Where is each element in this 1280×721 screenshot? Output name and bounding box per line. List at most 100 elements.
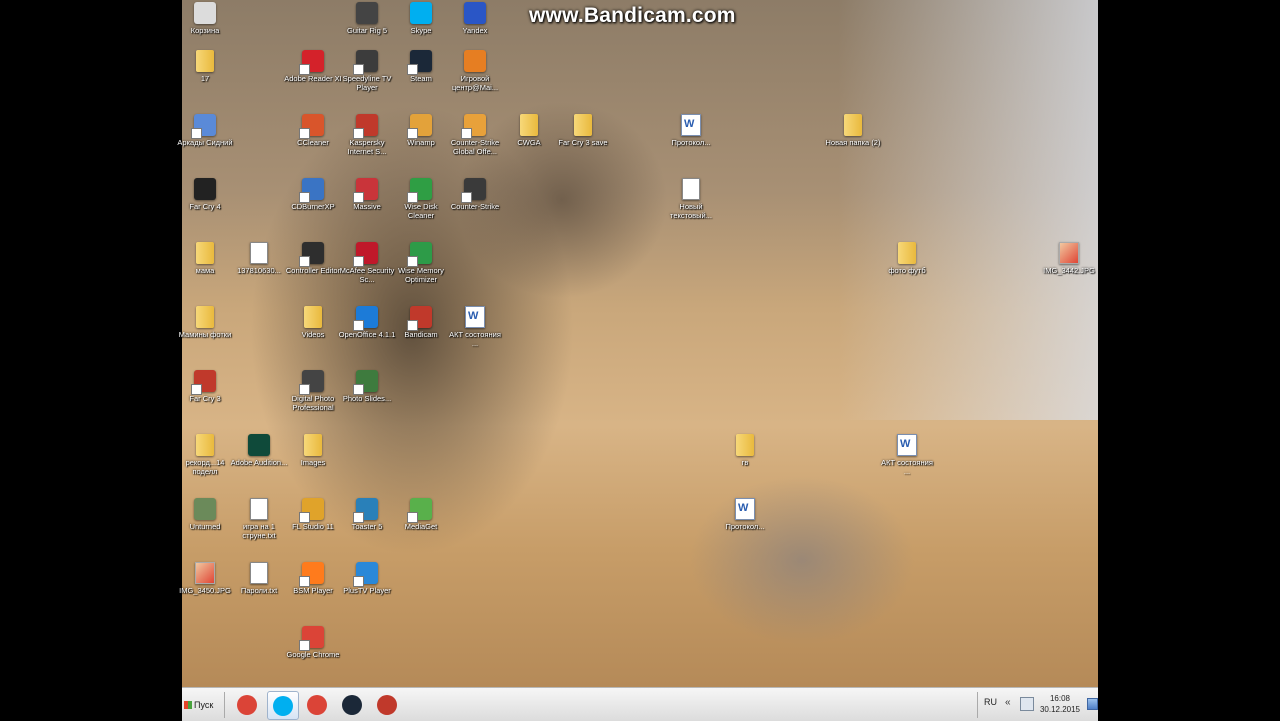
app-icon [194, 2, 216, 24]
bandicam-watermark: www.Bandicam.com [529, 4, 736, 27]
desktop-icon-label: Counter-Strike Global Offe... [450, 138, 500, 156]
desktop-icon[interactable]: Photo Slides... [338, 370, 396, 403]
desktop-icon[interactable]: Корзина [176, 2, 234, 35]
clock[interactable]: 16:08 30.12.2015 [1037, 693, 1083, 715]
desktop-icon[interactable]: Far Cry 4 [176, 178, 234, 211]
desktop-icon[interactable]: мама [176, 242, 234, 275]
desktop-icon[interactable]: Google Chrome [284, 626, 342, 659]
desktop-icon[interactable]: фото футб [878, 242, 936, 275]
desktop-icon[interactable]: IMG_3450.JPG [176, 562, 234, 595]
desktop-icon-label: 17 [200, 74, 210, 83]
desktop-icon[interactable]: Adobe Audition... [230, 434, 288, 467]
show-desktop-button[interactable] [1087, 698, 1098, 710]
start-button[interactable]: Пуск [184, 695, 220, 714]
desktop-icon[interactable]: Unturned [176, 498, 234, 531]
desktop-icon-label: Adobe Audition... [230, 458, 288, 467]
desktop-icon-label: FL Studio 11 [292, 522, 334, 531]
app-icon [356, 2, 378, 24]
app-icon [248, 434, 270, 456]
desktop-icon-label: Far Cry 4 [189, 202, 221, 211]
desktop-icon[interactable]: CDBurnerXP [284, 178, 342, 211]
desktop-icon[interactable]: Toaster 5 [338, 498, 396, 531]
desktop-icon[interactable]: Winamp [392, 114, 450, 147]
shortcut-arrow-icon [353, 384, 364, 395]
desktop-icon[interactable]: игра на 1 струне.txt [230, 498, 288, 540]
desktop-icon-label: фото футб [888, 266, 926, 275]
desktop-icon[interactable]: Протокол... [662, 114, 720, 147]
taskbar-button-chrome[interactable] [232, 691, 262, 718]
desktop-icon[interactable]: АКТ состояния ... [446, 306, 504, 348]
desktop-icon[interactable]: Пароли.txt [230, 562, 288, 595]
desktop-icon[interactable]: Counter-Strike Global Offe... [446, 114, 504, 156]
desktop-icon[interactable]: PlusTV Player [338, 562, 396, 595]
desktop-icon[interactable]: IMG_3442.JPG [1040, 242, 1098, 275]
taskbar-button-bandicam[interactable] [372, 691, 402, 718]
desktop-icon[interactable]: FL Studio 11 [284, 498, 342, 531]
desktop-icon-label: Игровой центр@Mai... [451, 74, 499, 92]
desktop-icon-label: Аркады Сидний [177, 138, 233, 147]
desktop-icon[interactable]: Speedyline TV Player [338, 50, 396, 92]
desktop-icon[interactable]: Wise Memory Optimizer [392, 242, 450, 284]
desktop-icon[interactable]: CWGA [500, 114, 558, 147]
desktop-icon[interactable]: 17 [176, 50, 234, 83]
desktop-icon[interactable]: Massive [338, 178, 396, 211]
desktop-icon[interactable]: McAfee Security Sc... [338, 242, 396, 284]
chrome-icon [237, 694, 257, 715]
desktop-icon[interactable]: Аркады Сидний [176, 114, 234, 147]
folder-icon [520, 114, 538, 136]
desktop-icon-label: IMG_3442.JPG [1043, 266, 1095, 275]
desktop-icon[interactable]: Kaspersky Internet S... [338, 114, 396, 156]
show-hidden-icons-button[interactable]: « [1005, 697, 1011, 708]
desktop-icon-label: мама [195, 266, 215, 275]
app-icon [191, 370, 216, 395]
app-icon [194, 178, 216, 200]
app-icon [194, 498, 216, 520]
desktop-icon[interactable]: Steam [392, 50, 450, 83]
desktop-icon[interactable]: Мамины фотки [176, 306, 234, 339]
desktop-icon[interactable]: Skype [392, 2, 450, 35]
desktop-icon[interactable]: Videos [284, 306, 342, 339]
desktop-icon[interactable]: Far Cry 3 [176, 370, 234, 403]
desktop-icon[interactable]: Протокол... [716, 498, 774, 531]
shortcut-arrow-icon [191, 384, 202, 395]
clock-time: 16:08 [1049, 694, 1071, 703]
desktop-icon[interactable]: Adobe Reader XI [284, 50, 342, 83]
desktop-icon-label: Images [300, 458, 326, 467]
desktop-icon[interactable]: Wise Disk Cleaner [392, 178, 450, 220]
desktop-icon-label: Adobe Reader XI [284, 74, 342, 83]
taskbar-button-steam[interactable] [337, 691, 367, 718]
desktop-icon[interactable]: OpenOffice 4.1.1 [338, 306, 396, 339]
desktop-icon[interactable]: Digital Photo Professional [284, 370, 342, 412]
desktop-icon-label: 137810630... [237, 266, 281, 275]
desktop-icon[interactable]: Новая папка (2) [824, 114, 882, 147]
desktop-icon[interactable]: 137810630... [230, 242, 288, 275]
desktop-icon[interactable]: Far Cry 3 save [554, 114, 612, 147]
desktop-icon[interactable]: Guitar Rig 5 [338, 2, 396, 35]
app-icon [464, 2, 486, 24]
desktop-icon[interactable]: Controller Editor [284, 242, 342, 275]
desktop-icon[interactable]: АКТ состояния ... [878, 434, 936, 476]
desktop-icon-label: Корзина [190, 26, 220, 35]
app-icon [353, 50, 378, 75]
language-indicator[interactable]: RU [984, 697, 997, 707]
desktop-icon[interactable]: гв [716, 434, 774, 467]
desktop-icon[interactable]: Новый текстовый... [662, 178, 720, 220]
desktop-icon-label: CDBurnerXP [291, 202, 335, 211]
network-icon[interactable] [1020, 697, 1034, 711]
desktop-icon-label: Протокол... [671, 138, 711, 147]
desktop-icon[interactable]: рекорд...14 поделл [176, 434, 234, 476]
taskbar-button-chrome[interactable] [302, 691, 332, 718]
desktop-icon-label: PlusTV Player [343, 586, 391, 595]
desktop-icon[interactable]: Yandex [446, 2, 504, 35]
taskbar-button-skype[interactable] [267, 691, 299, 720]
desktop-icon[interactable]: CCleaner [284, 114, 342, 147]
folder-icon [196, 242, 214, 264]
desktop-icon[interactable]: Images [284, 434, 342, 467]
desktop-icon[interactable]: Игровой центр@Mai... [446, 50, 504, 92]
app-icon [299, 562, 324, 587]
desktop-icon[interactable]: MediaGet [392, 498, 450, 531]
desktop-icon-label: Google Chrome [286, 650, 340, 659]
desktop-icon[interactable]: Counter-Strike [446, 178, 504, 211]
desktop-icon[interactable]: BSM Player [284, 562, 342, 595]
desktop-icon[interactable]: Bandicam [392, 306, 450, 339]
